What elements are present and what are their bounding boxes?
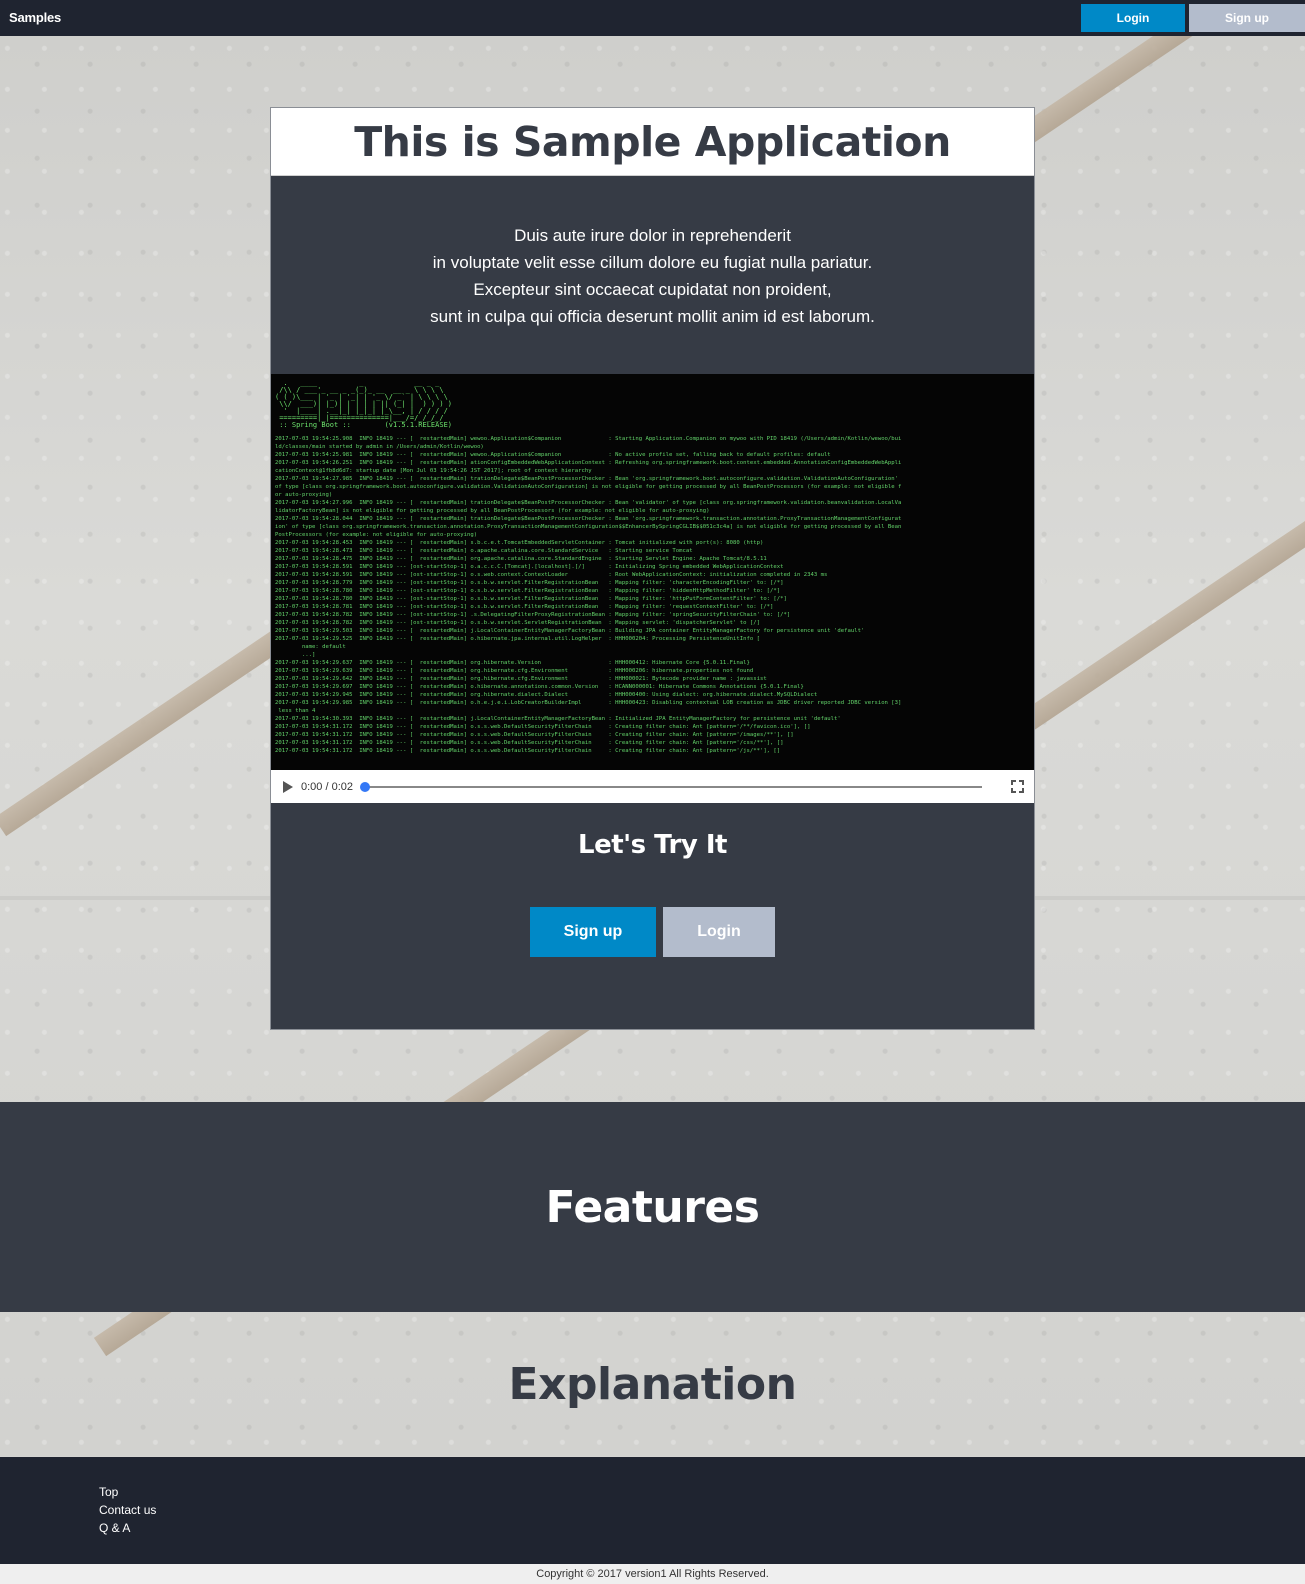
spring-version: :: Spring Boot :: (v1.5.1.RELEASE): [275, 421, 453, 429]
log-line: 2017-07-03 19:54:28.780 INFO 18419 --- […: [275, 596, 787, 602]
log-line: or auto-proxying): [275, 492, 333, 498]
video-frame[interactable]: . ____ _ __ _ _ /\\ / ___'_ __ _ _(_)_ _…: [271, 374, 1034, 770]
nav-signup-button[interactable]: Sign up: [1189, 4, 1305, 32]
video-player[interactable]: . ____ _ __ _ _ /\\ / ___'_ __ _ _(_)_ _…: [271, 374, 1034, 803]
hero-card: This is Sample Application Duis aute iru…: [270, 107, 1035, 1030]
footer-link-top[interactable]: Top: [99, 1483, 156, 1501]
navbar: Samples Login Sign up: [0, 0, 1305, 36]
log-line: 2017-07-03 19:54:28.591 INFO 18419 --- […: [275, 564, 784, 570]
log-line: 2017-07-03 19:54:27.996 INFO 18419 --- […: [275, 500, 902, 506]
features-section: Features: [0, 1102, 1305, 1312]
log-line: 2017-07-03 19:54:28.475 INFO 18419 --- […: [275, 556, 767, 562]
video-progress-knob[interactable]: [360, 781, 370, 792]
intro-line: sunt in culpa qui officia deserunt molli…: [430, 307, 875, 326]
play-icon[interactable]: [283, 780, 293, 793]
footer: Top Contact us Q & A: [0, 1457, 1305, 1564]
intro-line: Duis aute irure dolor in reprehenderit: [514, 226, 791, 245]
log-line: 2017-07-03 19:54:28.780 INFO 18419 --- […: [275, 588, 781, 594]
log-line: cationContext@1fb8d6d7: startup date [Mo…: [275, 468, 592, 474]
spring-ascii-logo: . ____ _ __ _ _ /\\ / ___'_ __ _ _(_)_ _…: [275, 379, 453, 422]
hero-title: This is Sample Application: [354, 117, 951, 166]
log-line: of type [class org.springframework.boot.…: [275, 484, 902, 490]
log-line: 2017-07-03 19:54:26.251 INFO 18419 --- […: [275, 460, 902, 466]
brand-link[interactable]: Samples: [9, 10, 61, 25]
cta-title: Let's Try It: [578, 830, 727, 860]
log-line: lidatorFactoryBean] is not eligible for …: [275, 508, 710, 514]
video-controls: 0:00 / 0:02: [271, 770, 1034, 803]
video-progress-bar[interactable]: [360, 781, 982, 792]
log-line: 2017-07-03 19:54:31.172 INFO 18419 --- […: [275, 724, 811, 730]
copyright: Copyright © 2017 version1 All Rights Res…: [0, 1564, 1305, 1584]
log-line: 2017-07-03 19:54:28.453 INFO 18419 --- […: [275, 540, 764, 546]
video-time: 0:00 / 0:02: [301, 780, 353, 793]
log-line: 2017-07-03 19:54:29.637 INFO 18419 --- […: [275, 660, 750, 666]
log-line: 2017-07-03 19:54:29.697 INFO 18419 --- […: [275, 684, 804, 690]
hero-intro: Duis aute irure dolor in reprehenderit i…: [271, 222, 1034, 330]
log-line: 2017-07-03 19:54:31.172 INFO 18419 --- […: [275, 740, 784, 746]
intro-line: in voluptate velit esse cillum dolore eu…: [432, 253, 873, 272]
log-line: ld/classes/main started by admin in /Use…: [275, 444, 484, 450]
log-line: 2017-07-03 19:54:29.525 INFO 18419 --- […: [275, 636, 760, 642]
log-line: 2017-07-03 19:54:31.172 INFO 18419 --- […: [275, 732, 794, 738]
footer-link-contact[interactable]: Contact us: [99, 1501, 156, 1519]
log-line: 2017-07-03 19:54:29.639 INFO 18419 --- […: [275, 668, 754, 674]
log-line: 2017-07-03 19:54:28.473 INFO 18419 --- […: [275, 548, 693, 554]
log-line: less than 4: [275, 708, 316, 714]
log-line: 2017-07-03 19:54:28.781 INFO 18419 --- […: [275, 604, 774, 610]
explanation-heading: Explanation: [508, 1359, 797, 1410]
console-log: 2017-07-03 19:54:25.908 INFO 18419 --- […: [275, 435, 1030, 755]
log-line: 2017-07-03 19:54:25.908 INFO 18419 --- […: [275, 436, 902, 442]
cta-signup-button[interactable]: Sign up: [530, 907, 656, 957]
log-line: 2017-07-03 19:54:28.782 INFO 18419 --- […: [275, 620, 760, 626]
footer-nav: Top Contact us Q & A: [99, 1483, 156, 1537]
log-line: 2017-07-03 19:54:28.591 INFO 18419 --- […: [275, 572, 828, 578]
footer-link-qa[interactable]: Q & A: [99, 1519, 156, 1537]
log-line: PostProcessors (for example: not eligibl…: [275, 532, 478, 538]
explanation-section: Explanation: [0, 1312, 1305, 1457]
log-line: 2017-07-03 19:54:29.985 INFO 18419 --- […: [275, 700, 902, 706]
log-line: ion' of type [class org.springframework.…: [275, 524, 902, 530]
log-line: 2017-07-03 19:54:28.782 INFO 18419 --- […: [275, 612, 791, 618]
log-line: 2017-07-03 19:54:29.503 INFO 18419 --- […: [275, 628, 865, 634]
log-line: 2017-07-03 19:54:30.393 INFO 18419 --- […: [275, 716, 841, 722]
fullscreen-icon[interactable]: [1011, 780, 1024, 793]
log-line: name: default: [275, 644, 346, 650]
log-line: 2017-07-03 19:54:27.985 INFO 18419 --- […: [275, 476, 899, 482]
hero-title-box: This is Sample Application: [271, 108, 1034, 176]
log-line: 2017-07-03 19:54:25.981 INFO 18419 --- […: [275, 452, 831, 458]
log-line: 2017-07-03 19:54:28.779 INFO 18419 --- […: [275, 580, 784, 586]
features-heading: Features: [545, 1181, 760, 1233]
log-line: 2017-07-03 19:54:29.945 INFO 18419 --- […: [275, 692, 818, 698]
cta-login-button[interactable]: Login: [663, 907, 775, 957]
nav-login-button[interactable]: Login: [1081, 4, 1185, 32]
log-line: 2017-07-03 19:54:31.172 INFO 18419 --- […: [275, 748, 781, 754]
log-line: 2017-07-03 19:54:29.642 INFO 18419 --- […: [275, 676, 767, 682]
intro-line: Excepteur sint occaecat cupidatat non pr…: [473, 280, 832, 299]
log-line: ...]: [275, 652, 316, 658]
log-line: 2017-07-03 19:54:28.044 INFO 18419 --- […: [275, 516, 902, 522]
